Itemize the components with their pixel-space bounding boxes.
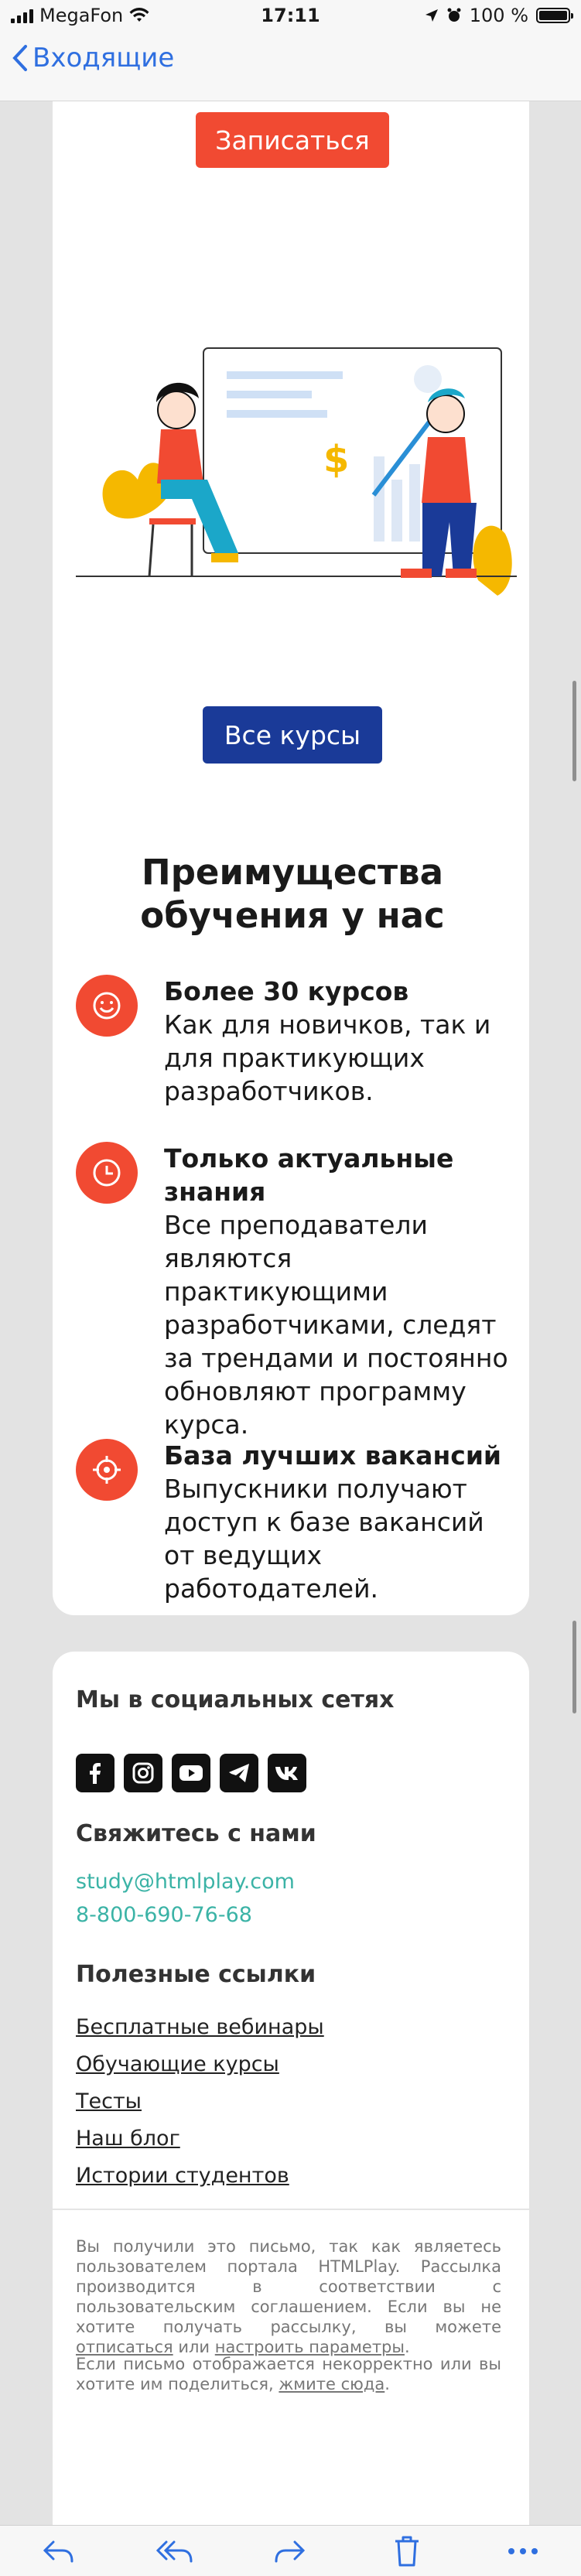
content-card: Записаться $ Все курсы Преимущества обуч…	[53, 101, 529, 1615]
advantage-title: Только актуальные знания	[164, 1143, 454, 1207]
link-courses[interactable]: Обучающие курсы	[76, 2053, 324, 2076]
telegram-icon[interactable]	[220, 1754, 258, 1792]
link-stories[interactable]: Истории студентов	[76, 2164, 324, 2188]
contact-phone-link[interactable]: 8-800-690-76-68	[76, 1903, 252, 1927]
links-title: Полезные ссылки	[76, 1961, 316, 1988]
location-icon	[425, 9, 438, 22]
battery-icon	[536, 8, 573, 23]
hero-illustration: $	[76, 347, 517, 596]
status-bar: MegaFon 17:11 100 %	[0, 0, 581, 31]
social-links	[76, 1754, 306, 1792]
link-tests[interactable]: Тесты	[76, 2090, 324, 2113]
youtube-icon[interactable]	[172, 1754, 210, 1792]
back-label: Входящие	[32, 43, 175, 73]
all-courses-button[interactable]: Все курсы	[203, 706, 382, 764]
target-icon	[76, 1439, 138, 1501]
contact-email-link[interactable]: study@htmlplay.com	[76, 1870, 295, 1894]
social-title: Мы в социальных сетях	[76, 1686, 395, 1713]
top-chrome: MegaFon 17:11 100 % Входящие	[0, 0, 581, 101]
battery-percent: 100 %	[469, 5, 528, 26]
useful-links: Бесплатные вебинары Обучающие курсы Тест…	[76, 2016, 324, 2202]
legal-text: Вы получили это письмо, так как являетес…	[76, 2237, 501, 2336]
scroll-indicator-secondary[interactable]	[572, 1621, 576, 1713]
vk-icon[interactable]	[268, 1754, 306, 1792]
chevron-left-icon	[12, 45, 27, 71]
legal-notice: Вы получили это письмо, так как являетес…	[76, 2237, 501, 2356]
signup-button[interactable]: Записаться	[196, 112, 389, 168]
link-blog[interactable]: Наш блог	[76, 2127, 324, 2151]
clock-icon	[76, 1142, 138, 1204]
advantage-text: Выпускники получают доступ к базе ваканс…	[164, 1474, 484, 1604]
view-online-notice: Если письмо отображается некорректно или…	[76, 2355, 501, 2393]
more-icon[interactable]	[501, 2530, 545, 2573]
link-webinars[interactable]: Бесплатные вебинары	[76, 2016, 324, 2039]
forward-icon[interactable]	[268, 2530, 312, 2573]
back-button[interactable]: Входящие	[11, 43, 174, 73]
contact-title: Свяжитесь с нами	[76, 1820, 316, 1847]
svg-text:$: $	[323, 438, 349, 481]
trash-icon[interactable]	[385, 2530, 429, 2573]
facebook-icon[interactable]	[76, 1754, 114, 1792]
advantage-title: Более 30 курсов	[164, 976, 409, 1006]
reply-icon[interactable]	[36, 2530, 80, 2573]
advantage-title: База лучших вакансий	[164, 1440, 502, 1471]
bottom-toolbar	[0, 2525, 581, 2576]
email-footer: Мы в социальных сетях Свяжитесь с нами s…	[53, 1652, 529, 2575]
footer-divider	[53, 2209, 529, 2210]
view-online-link[interactable]: жмите сюда	[279, 2375, 384, 2393]
instagram-icon[interactable]	[124, 1754, 162, 1792]
smile-icon	[76, 975, 138, 1037]
reply-all-icon[interactable]	[152, 2530, 196, 2573]
advantages-title: Преимущества обучения у нас	[140, 852, 445, 937]
alarm-icon	[447, 8, 461, 22]
advantage-text: Как для новичков, так и для практикующих…	[164, 1010, 491, 1106]
scroll-indicator[interactable]	[572, 681, 576, 781]
email-body: Записаться $ Все курсы Преимущества обуч…	[53, 101, 529, 2575]
advantage-text: Все преподаватели являются практикующими…	[164, 1210, 508, 1440]
